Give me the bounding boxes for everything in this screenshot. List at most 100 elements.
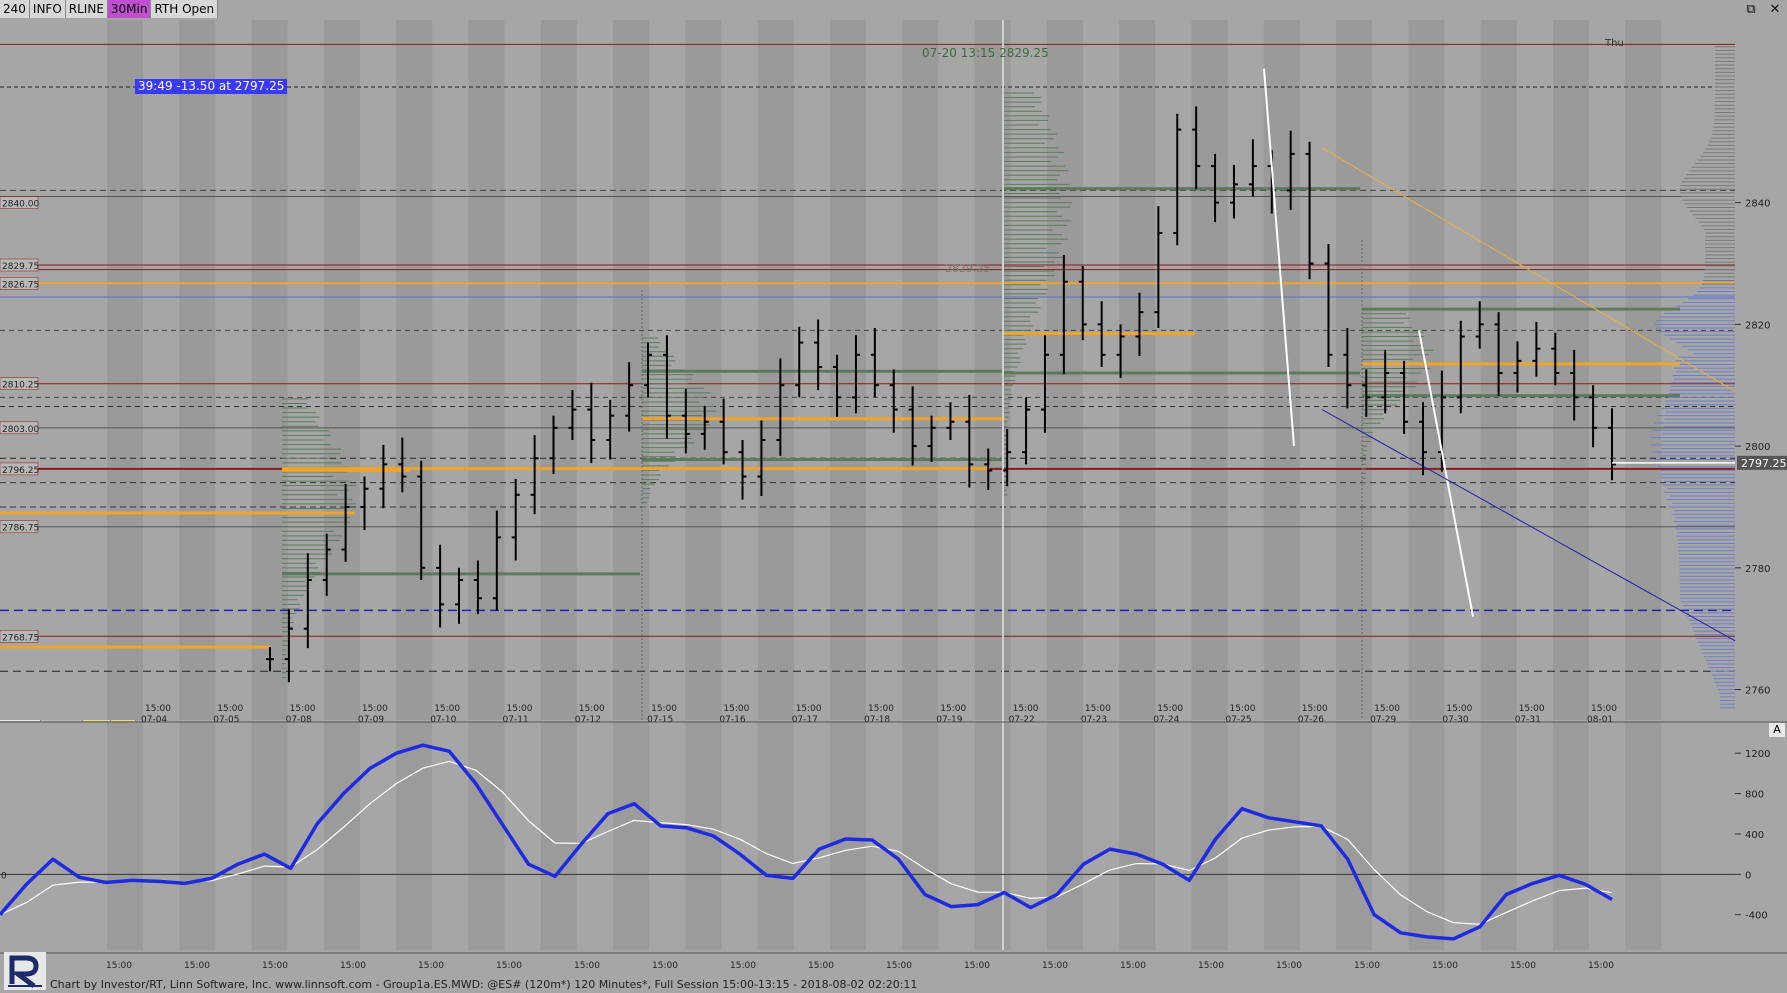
level-tag: 2810.25	[2, 381, 39, 391]
osc-time-label: 15:00	[652, 961, 678, 971]
osc-time-label: 15:00	[808, 961, 834, 971]
osc-axis-label: 0	[1745, 870, 1751, 881]
date-label: 07-10	[430, 715, 456, 725]
time-tick-label: 15:00	[1085, 704, 1111, 714]
time-tick-label: 15:00	[1446, 704, 1472, 714]
osc-time-label: 15:00	[1042, 961, 1068, 971]
date-label: 07-12	[575, 715, 601, 725]
time-tick-label: 15:00	[651, 704, 677, 714]
session-shade	[540, 20, 577, 720]
osc-session-shade	[107, 722, 143, 950]
osc-axis-label: 400	[1745, 830, 1764, 841]
time-tick-label: 15:00	[290, 704, 316, 714]
level-tag: 2768.75	[2, 633, 39, 643]
time-tick-label: 15:00	[1230, 704, 1256, 714]
session-shade	[1553, 20, 1589, 720]
osc-session-shade	[1046, 722, 1083, 950]
date-label: 07-23	[1081, 715, 1107, 725]
time-tick-label: 15:00	[723, 704, 749, 714]
osc-zero-marker: 0	[1, 871, 7, 881]
date-label: 07-15	[647, 715, 673, 725]
osc-time-label: 15:00	[418, 961, 444, 971]
session-shade	[468, 20, 505, 720]
time-tick-label: 15:00	[796, 704, 822, 714]
osc-session-shade	[1119, 722, 1156, 950]
time-tick-label: 15:00	[362, 704, 388, 714]
session-shade	[1119, 20, 1156, 720]
level-tag: 2840.00	[2, 200, 39, 210]
time-tick-label: 15:00	[1013, 704, 1039, 714]
date-label: 07-17	[792, 715, 818, 725]
osc-session-shade	[974, 722, 1011, 950]
time-tick-label: 15:00	[1591, 704, 1617, 714]
time-tick-label: 15:00	[434, 704, 460, 714]
date-label: 07-25	[1226, 715, 1252, 725]
time-tick-label: 15:00	[1302, 704, 1328, 714]
level-tag: 2796.25	[2, 466, 39, 476]
session-shade	[1625, 20, 1662, 720]
level-tag: 2829.75	[2, 262, 39, 272]
osc-session-shade	[179, 722, 216, 950]
osc-session-shade	[830, 722, 866, 950]
osc-session-shade	[1408, 722, 1445, 950]
osc-time-label: 15:00	[1276, 961, 1302, 971]
time-tick-label: 15:00	[579, 704, 605, 714]
osc-time-label: 15:00	[496, 961, 522, 971]
price-axis-label: 2760	[1745, 686, 1770, 697]
date-label: 07-18	[864, 715, 890, 725]
session-shade	[1046, 20, 1083, 720]
osc-time-label: 15:00	[1432, 961, 1458, 971]
date-label: 07-22	[1009, 715, 1035, 725]
date-label: 07-31	[1515, 715, 1541, 725]
osc-time-label: 15:00	[1198, 961, 1224, 971]
osc-session-shade	[1263, 722, 1300, 950]
osc-time-label: 15:00	[574, 961, 600, 971]
level-tag: 2786.75	[2, 524, 39, 534]
osc-session-shade	[251, 722, 288, 950]
time-tick-label: 15:00	[217, 704, 243, 714]
osc-time-label: 15:00	[1588, 961, 1614, 971]
time-tick-label: 15:00	[1374, 704, 1400, 714]
osc-session-shade	[1191, 722, 1228, 950]
osc-axis-label: 800	[1745, 790, 1764, 801]
osc-panel-label[interactable]: A	[1769, 723, 1785, 737]
osc-time-label: 15:00	[1354, 961, 1380, 971]
level-tag: 2803.00	[2, 425, 39, 435]
session-shade	[323, 20, 360, 720]
osc-time-label: 15:00	[886, 961, 912, 971]
date-label: 07-24	[1153, 715, 1179, 725]
osc-axis-label: -400	[1745, 911, 1768, 922]
osc-time-label: 15:00	[184, 961, 210, 971]
date-label: 07-19	[936, 715, 962, 725]
date-label: 08-01	[1587, 715, 1613, 725]
osc-time-label: 15:00	[262, 961, 288, 971]
osc-time-label: 15:00	[1120, 961, 1146, 971]
price-axis-label: 2800	[1745, 442, 1770, 453]
osc-session-shade	[1625, 722, 1662, 950]
investor-rt-logo	[4, 952, 46, 990]
osc-session-shade	[757, 722, 794, 950]
info-box: 39:49 -13.50 at 2797.25	[135, 79, 288, 94]
session-shade	[251, 20, 288, 720]
session-shade	[179, 20, 216, 720]
price-axis-label: 2840	[1745, 199, 1770, 210]
time-tick-label: 15:00	[145, 704, 171, 714]
date-label: 07-29	[1370, 715, 1396, 725]
osc-session-shade	[468, 722, 505, 950]
osc-time-label: 15:00	[106, 961, 132, 971]
date-label: 07-09	[358, 715, 384, 725]
chart-canvas[interactable]: 2797.25 2829.25 2840 2820 2800 2780 2760 2840.0…	[0, 0, 1787, 993]
price-axis-label: 2780	[1745, 564, 1770, 575]
price-axis-label: 2820	[1745, 320, 1770, 331]
time-tick-label: 15:00	[868, 704, 894, 714]
time-tick-label: 15:00	[1519, 704, 1545, 714]
time-tick-label: 15:00	[1157, 704, 1183, 714]
osc-session-shade	[323, 722, 360, 950]
osc-time-label: 15:00	[340, 961, 366, 971]
osc-session-shade	[1553, 722, 1589, 950]
date-label: 07-11	[503, 715, 529, 725]
footer-text: Chart by Investor/RT, Linn Software, Inc…	[50, 978, 918, 991]
osc-time-label: 15:00	[730, 961, 756, 971]
date-label: 07-30	[1442, 715, 1468, 725]
osc-session-shade	[902, 722, 939, 950]
